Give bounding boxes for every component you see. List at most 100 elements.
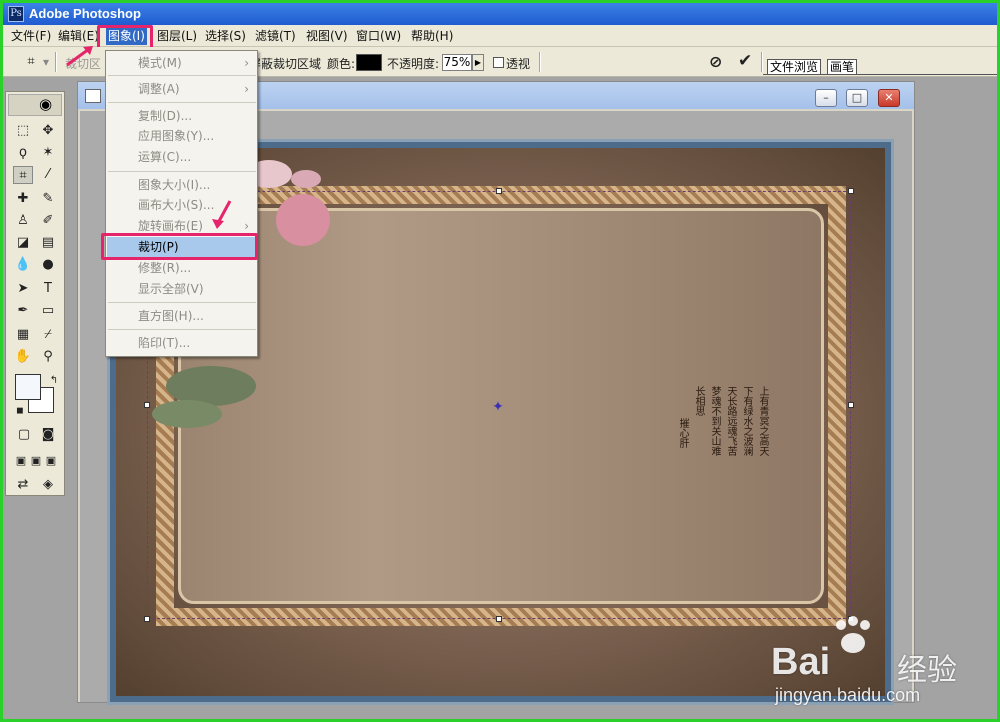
crop-center-icon[interactable]: ✦ (492, 400, 504, 414)
watermark-brand: Bai (771, 641, 831, 683)
menu-item-image-size[interactable]: 图象大小(I)... (107, 175, 257, 195)
hand-tool-icon[interactable]: ✋ (13, 348, 33, 366)
opacity-label: 不透明度: (387, 57, 440, 71)
move-tool-icon[interactable]: ✥ (38, 122, 58, 140)
close-button[interactable]: ✕ (878, 89, 900, 107)
separator (539, 52, 541, 72)
watermark-url: jingyan.baidu.com (775, 685, 921, 705)
toolbox: ◉ ⬚ ✥ ϙ ✶ ⌗ ⁄ ✚ ✎ ♙ ✐ ◪ ▤ 💧 ● ➤ T ✒ ▭ ▦ … (5, 91, 65, 496)
crop-handle[interactable] (848, 188, 854, 194)
menu-window[interactable]: 窗口(W) (354, 28, 403, 45)
type-tool-icon[interactable]: T (38, 280, 58, 298)
eyedropper-tool-icon[interactable]: ⌿ (38, 326, 58, 344)
tool-preset-arrow-icon[interactable]: ▾ (43, 55, 49, 69)
menu-item-reveal-all[interactable]: 显示全部(V) (107, 279, 257, 299)
cancel-icon[interactable]: ⊘ (709, 52, 722, 71)
menu-file[interactable]: 文件(F) (9, 28, 53, 45)
gradient-tool-icon[interactable]: ▤ (38, 234, 58, 252)
crop-handle[interactable] (144, 402, 150, 408)
perspective-label: 透视 (506, 57, 531, 71)
opacity-input[interactable]: 75% (442, 54, 472, 71)
crop-tool-icon[interactable]: ⌗ (13, 166, 33, 184)
perspective-checkbox[interactable] (493, 57, 504, 68)
screen-mode-full-icon[interactable]: ▣ (41, 452, 61, 470)
pen-tool-icon[interactable]: ✒ (13, 302, 33, 320)
menu-help[interactable]: 帮助(H) (409, 28, 455, 45)
menu-item-label: 模式(M) (138, 56, 182, 70)
flower-decoration (291, 170, 321, 188)
chevron-right-icon: › (244, 82, 249, 96)
menu-item-trim[interactable]: 修整(R)... (107, 258, 257, 278)
color-label: 颜色: (327, 57, 356, 71)
imageready-icon[interactable]: ◈ (38, 476, 58, 494)
lasso-tool-icon[interactable]: ϙ (13, 144, 33, 162)
menu-item-label: 调整(A) (138, 82, 180, 96)
menu-item-label: 旋转画布(E) (138, 219, 203, 233)
menu-view[interactable]: 视图(V) (304, 28, 350, 45)
menu-item-apply-image[interactable]: 应用图象(Y)... (107, 126, 257, 146)
palette-well-line (763, 74, 997, 75)
menu-separator (108, 171, 256, 172)
default-colors-icon[interactable]: ◼ (10, 402, 30, 420)
photoshop-window: Ps Adobe Photoshop 文件(F) 编辑(E) 图象(I) 图层(… (3, 3, 997, 719)
magic-wand-tool-icon[interactable]: ✶ (38, 144, 58, 162)
notes-tool-icon[interactable]: ▦ (13, 326, 33, 344)
highlight-box-crop-item (101, 233, 258, 260)
photoshop-icon: Ps (8, 6, 24, 22)
eraser-tool-icon[interactable]: ◪ (13, 234, 33, 252)
foreground-color-swatch-top[interactable] (15, 374, 41, 400)
blur-tool-icon[interactable]: 💧 (13, 256, 33, 274)
crop-handle[interactable] (496, 188, 502, 194)
tab-brushes[interactable]: 画笔 (827, 59, 858, 75)
menu-layer[interactable]: 图层(L) (155, 28, 199, 45)
swap-colors-icon[interactable]: ↰ (44, 372, 64, 390)
baidu-jingyan-watermark: Bai 经验 jingyan.baidu.com (767, 615, 997, 715)
shield-crop-label: 屏蔽裁切区域 (249, 57, 322, 71)
jump-to-imageready-icon[interactable]: ⇄ (13, 476, 33, 494)
menu-separator (108, 75, 256, 76)
minimize-button[interactable]: – (815, 89, 837, 107)
commit-check-icon[interactable]: ✔ (738, 51, 752, 71)
crop-handle[interactable] (848, 402, 854, 408)
menu-item-adjust[interactable]: 调整(A) › (107, 79, 257, 99)
opacity-slider-arrow-icon[interactable]: ▶ (472, 54, 484, 71)
crop-tool-icon[interactable]: ⌗ (21, 53, 41, 71)
annotation-arrow-icon (212, 200, 232, 229)
menu-item-mode[interactable]: 模式(M) › (107, 53, 257, 73)
shield-color-swatch[interactable] (356, 54, 382, 71)
quick-mask-icon[interactable]: ◙ (38, 426, 58, 444)
separator (55, 52, 57, 72)
menu-item-trap[interactable]: 陷印(T)... (107, 333, 257, 353)
annotation-arrow-icon (66, 46, 93, 67)
menu-separator (108, 102, 256, 103)
maximize-button[interactable]: □ (846, 89, 868, 107)
tab-file-browser[interactable]: 文件浏览 (767, 59, 822, 75)
path-select-icon[interactable]: ➤ (13, 280, 33, 298)
document-icon (85, 89, 101, 103)
separator (761, 52, 763, 72)
toolbox-header[interactable]: ◉ (8, 94, 62, 116)
eye-logo-icon: ◉ (39, 95, 53, 113)
marquee-tool-icon[interactable]: ⬚ (13, 122, 33, 140)
history-brush-icon[interactable]: ✐ (38, 212, 58, 230)
standard-mode-icon[interactable]: ▢ (14, 426, 34, 444)
menu-item-duplicate[interactable]: 复制(D)... (107, 106, 257, 126)
title-bar: Ps Adobe Photoshop (3, 3, 997, 25)
slice-tool-icon[interactable]: ⁄ (38, 166, 58, 184)
menu-filter[interactable]: 滤镜(T) (253, 28, 298, 45)
menu-item-calculations[interactable]: 运算(C)... (107, 147, 257, 167)
menu-separator (108, 302, 256, 303)
brush-tool-icon[interactable]: ✎ (38, 190, 58, 208)
crop-handle[interactable] (144, 616, 150, 622)
zoom-tool-icon[interactable]: ⚲ (38, 348, 58, 366)
app-title: Adobe Photoshop (29, 6, 141, 21)
menu-separator (108, 329, 256, 330)
chevron-right-icon: › (244, 56, 249, 70)
shape-tool-icon[interactable]: ▭ (38, 302, 58, 320)
healing-brush-icon[interactable]: ✚ (13, 190, 33, 208)
clone-stamp-icon[interactable]: ♙ (13, 212, 33, 230)
dodge-tool-icon[interactable]: ● (38, 256, 58, 274)
crop-handle[interactable] (496, 616, 502, 622)
menu-item-histogram[interactable]: 直方图(H)... (107, 306, 257, 326)
menu-select[interactable]: 选择(S) (203, 28, 248, 45)
